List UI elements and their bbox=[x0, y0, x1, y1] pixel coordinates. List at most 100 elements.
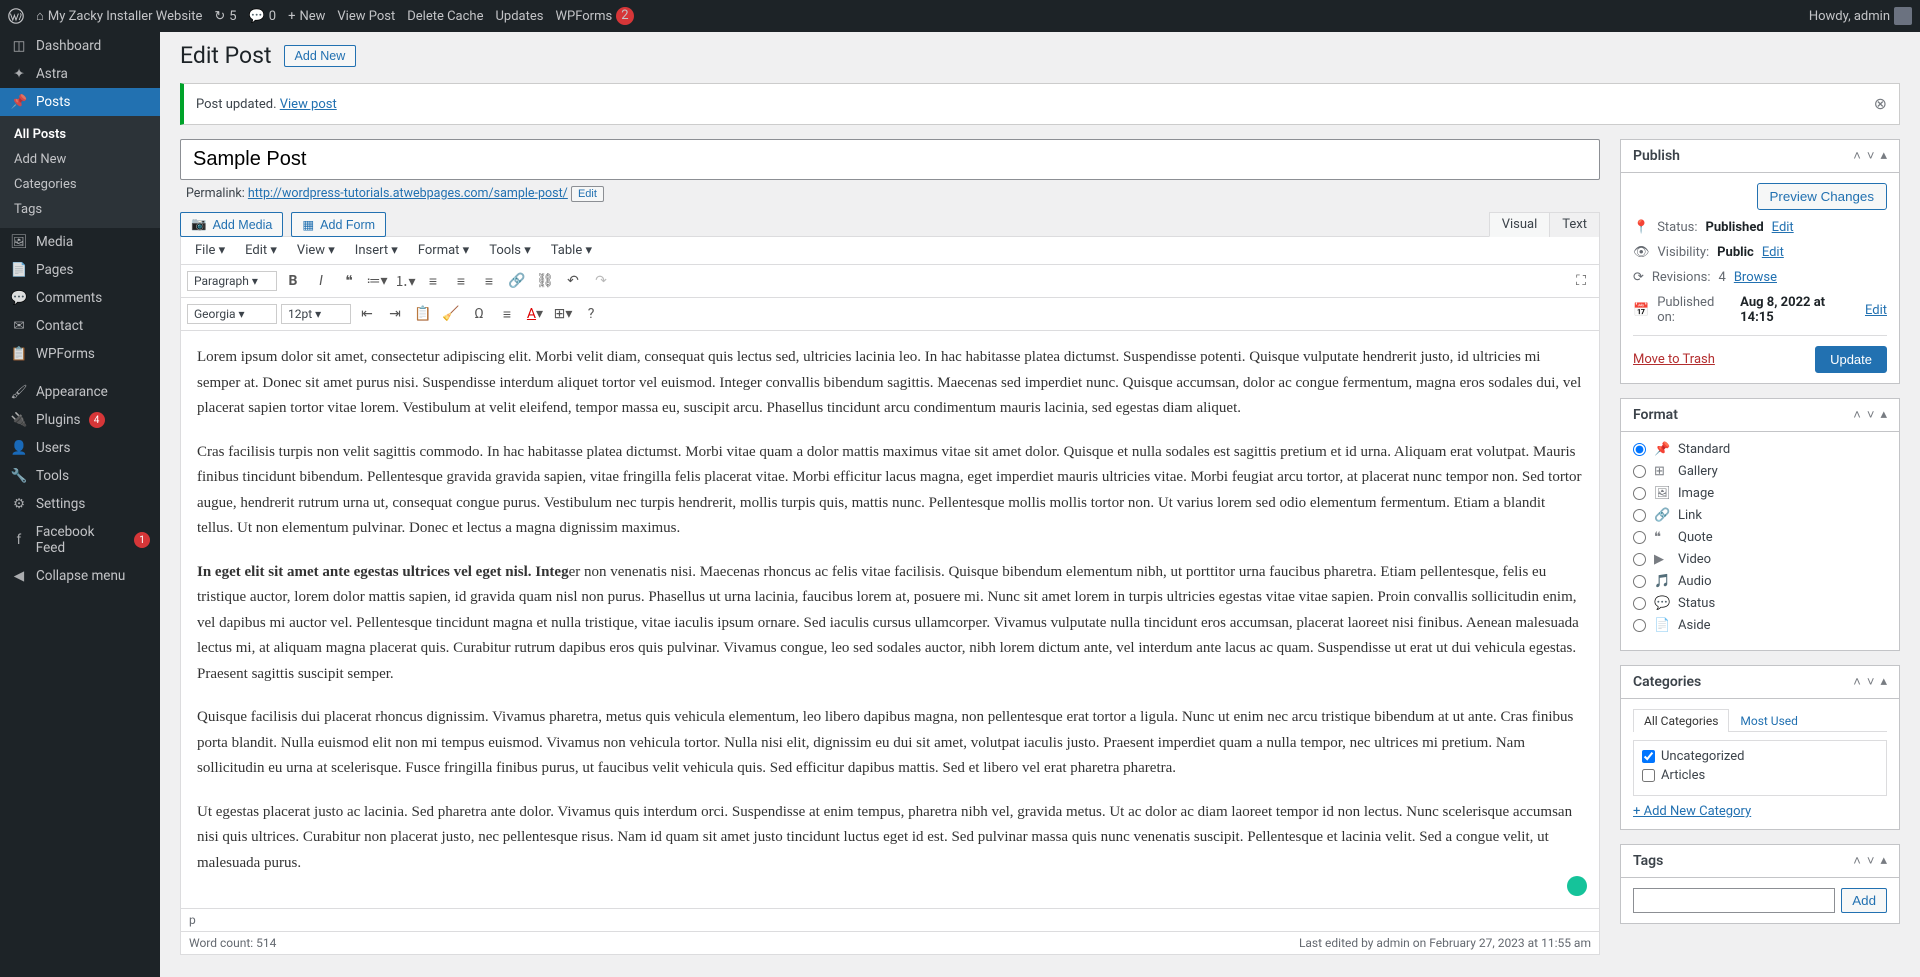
size-select[interactable]: 12pt ▾ bbox=[281, 304, 351, 324]
tags-header[interactable]: Tags ˄˅▴ bbox=[1621, 845, 1899, 878]
content-p4[interactable]: Quisque facilisis dui placerat rhoncus d… bbox=[197, 705, 1583, 782]
submenu-tags[interactable]: Tags bbox=[0, 197, 160, 222]
format-radio-standard[interactable] bbox=[1633, 443, 1646, 456]
font-select[interactable]: Georgia ▾ bbox=[187, 304, 277, 324]
menu-format[interactable]: Format ▾ bbox=[412, 241, 475, 260]
add-media-button[interactable]: 📷Add Media bbox=[180, 212, 283, 237]
permalink-url-link[interactable]: http://wordpress-tutorials.atwebpages.co… bbox=[248, 186, 568, 201]
submenu-add-new[interactable]: Add New bbox=[0, 147, 160, 172]
sidebar-item-comments[interactable]: 💬Comments bbox=[0, 284, 160, 312]
chevron-up-icon[interactable]: ˄ bbox=[1853, 853, 1861, 869]
format-radio-quote[interactable] bbox=[1633, 531, 1646, 544]
italic-button[interactable]: I bbox=[309, 269, 333, 293]
chevron-down-icon[interactable]: ˅ bbox=[1867, 674, 1875, 690]
submenu-all-posts[interactable]: All Posts bbox=[0, 122, 160, 147]
wpforms-toolbar-link[interactable]: WPForms 2 bbox=[555, 7, 633, 25]
submenu-categories[interactable]: Categories bbox=[0, 172, 160, 197]
content-p3[interactable]: In eget elit sit amet ante egestas ultri… bbox=[197, 560, 1583, 688]
cat-tab-most-used[interactable]: Most Used bbox=[1729, 709, 1809, 732]
cat-checkbox-uncategorized[interactable] bbox=[1642, 750, 1655, 763]
edit-permalink-button[interactable]: Edit bbox=[571, 186, 604, 202]
link-button[interactable]: 🔗 bbox=[505, 269, 529, 293]
align-right-button[interactable]: ≡ bbox=[477, 269, 501, 293]
table-button[interactable]: ⊞▾ bbox=[551, 302, 575, 326]
toggle-icon[interactable]: ▴ bbox=[1880, 407, 1887, 423]
view-post-link[interactable]: View Post bbox=[337, 9, 395, 24]
sidebar-item-users[interactable]: 👤Users bbox=[0, 434, 160, 462]
editor-content[interactable]: Lorem ipsum dolor sit amet, consectetur … bbox=[181, 331, 1599, 908]
sidebar-item-plugins[interactable]: 🔌Plugins 4 bbox=[0, 406, 160, 434]
clear-format-button[interactable]: 🧹 bbox=[439, 302, 463, 326]
bold-button[interactable]: B bbox=[281, 269, 305, 293]
sidebar-item-pages[interactable]: 📄Pages bbox=[0, 256, 160, 284]
special-char-button[interactable]: Ω bbox=[467, 302, 491, 326]
number-list-button[interactable]: ⒈▾ bbox=[393, 269, 417, 293]
align-left-button[interactable]: ≡ bbox=[421, 269, 445, 293]
wp-logo-icon[interactable] bbox=[8, 8, 24, 24]
toggle-icon[interactable]: ▴ bbox=[1880, 148, 1887, 164]
menu-insert[interactable]: Insert ▾ bbox=[349, 241, 404, 260]
fullscreen-button[interactable]: ⛶ bbox=[1569, 269, 1593, 293]
paste-button[interactable]: 📋 bbox=[411, 302, 435, 326]
sidebar-item-facebook[interactable]: fFacebook Feed 1 bbox=[0, 518, 160, 562]
move-to-trash-link[interactable]: Move to Trash bbox=[1633, 352, 1715, 367]
menu-edit[interactable]: Edit ▾ bbox=[239, 241, 283, 260]
sidebar-item-wpforms[interactable]: 📋WPForms bbox=[0, 340, 160, 368]
format-radio-gallery[interactable] bbox=[1633, 465, 1646, 478]
edit-status-link[interactable]: Edit bbox=[1772, 220, 1794, 235]
format-select[interactable]: Paragraph ▾ bbox=[187, 271, 277, 291]
browse-revisions-link[interactable]: Browse bbox=[1734, 270, 1777, 285]
site-name-link[interactable]: ⌂ My Zacky Installer Website bbox=[36, 8, 202, 24]
sidebar-item-settings[interactable]: ⚙Settings bbox=[0, 490, 160, 518]
updates-link[interactable]: Updates bbox=[495, 9, 543, 24]
text-color-button[interactable]: A▾ bbox=[523, 302, 547, 326]
sidebar-item-dashboard[interactable]: ◫Dashboard bbox=[0, 32, 160, 60]
undo-button[interactable]: ↶ bbox=[561, 269, 585, 293]
format-radio-image[interactable] bbox=[1633, 487, 1646, 500]
sidebar-item-astra[interactable]: ✦Astra bbox=[0, 60, 160, 88]
preview-changes-button[interactable]: Preview Changes bbox=[1757, 183, 1887, 210]
format-radio-audio[interactable] bbox=[1633, 575, 1646, 588]
outdent-button[interactable]: ⇤ bbox=[355, 302, 379, 326]
post-title-input[interactable] bbox=[180, 139, 1600, 180]
howdy-user-link[interactable]: Howdy, admin bbox=[1809, 7, 1912, 25]
content-p2[interactable]: Cras facilisis turpis non velit sagittis… bbox=[197, 440, 1583, 542]
content-p5[interactable]: Ut egestas placerat justo ac lacinia. Se… bbox=[197, 800, 1583, 877]
sidebar-item-media[interactable]: 🖼Media bbox=[0, 228, 160, 256]
edit-visibility-link[interactable]: Edit bbox=[1762, 245, 1784, 260]
sidebar-item-contact[interactable]: ✉Contact bbox=[0, 312, 160, 340]
sidebar-collapse[interactable]: ◀Collapse menu bbox=[0, 562, 160, 590]
add-category-link[interactable]: + Add New Category bbox=[1633, 804, 1751, 819]
readmore-button[interactable]: ≡ bbox=[495, 302, 519, 326]
chevron-down-icon[interactable]: ˅ bbox=[1867, 148, 1875, 164]
chevron-up-icon[interactable]: ˄ bbox=[1853, 407, 1861, 423]
format-radio-status[interactable] bbox=[1633, 597, 1646, 610]
tab-visual[interactable]: Visual bbox=[1489, 212, 1551, 237]
content-p1[interactable]: Lorem ipsum dolor sit amet, consectetur … bbox=[197, 345, 1583, 422]
menu-view[interactable]: View ▾ bbox=[291, 241, 341, 260]
comments-bubble[interactable]: 💬 0 bbox=[249, 9, 277, 24]
align-center-button[interactable]: ≡ bbox=[449, 269, 473, 293]
dismiss-notice-button[interactable]: ⊗ bbox=[1874, 94, 1887, 114]
bullet-list-button[interactable]: ≔▾ bbox=[365, 269, 389, 293]
chevron-up-icon[interactable]: ˄ bbox=[1853, 148, 1861, 164]
menu-tools[interactable]: Tools ▾ bbox=[483, 241, 537, 260]
format-radio-link[interactable] bbox=[1633, 509, 1646, 522]
add-tag-button[interactable]: Add bbox=[1841, 888, 1887, 913]
update-button[interactable]: Update bbox=[1815, 346, 1887, 373]
sidebar-item-appearance[interactable]: 🖌Appearance bbox=[0, 378, 160, 406]
toggle-icon[interactable]: ▴ bbox=[1880, 853, 1887, 869]
delete-cache-link[interactable]: Delete Cache bbox=[407, 9, 483, 24]
add-new-button[interactable]: Add New bbox=[284, 45, 357, 67]
menu-table[interactable]: Table ▾ bbox=[545, 241, 598, 260]
chevron-down-icon[interactable]: ˅ bbox=[1867, 853, 1875, 869]
add-form-button[interactable]: ▦Add Form bbox=[291, 212, 386, 237]
tag-input[interactable] bbox=[1633, 888, 1835, 913]
indent-button[interactable]: ⇥ bbox=[383, 302, 407, 326]
sidebar-item-posts[interactable]: 📌Posts bbox=[0, 88, 160, 116]
help-button[interactable]: ? bbox=[579, 302, 603, 326]
publish-header[interactable]: Publish ˄˅▴ bbox=[1621, 140, 1899, 173]
format-radio-video[interactable] bbox=[1633, 553, 1646, 566]
cat-checkbox-articles[interactable] bbox=[1642, 769, 1655, 782]
sidebar-item-tools[interactable]: 🔧Tools bbox=[0, 462, 160, 490]
